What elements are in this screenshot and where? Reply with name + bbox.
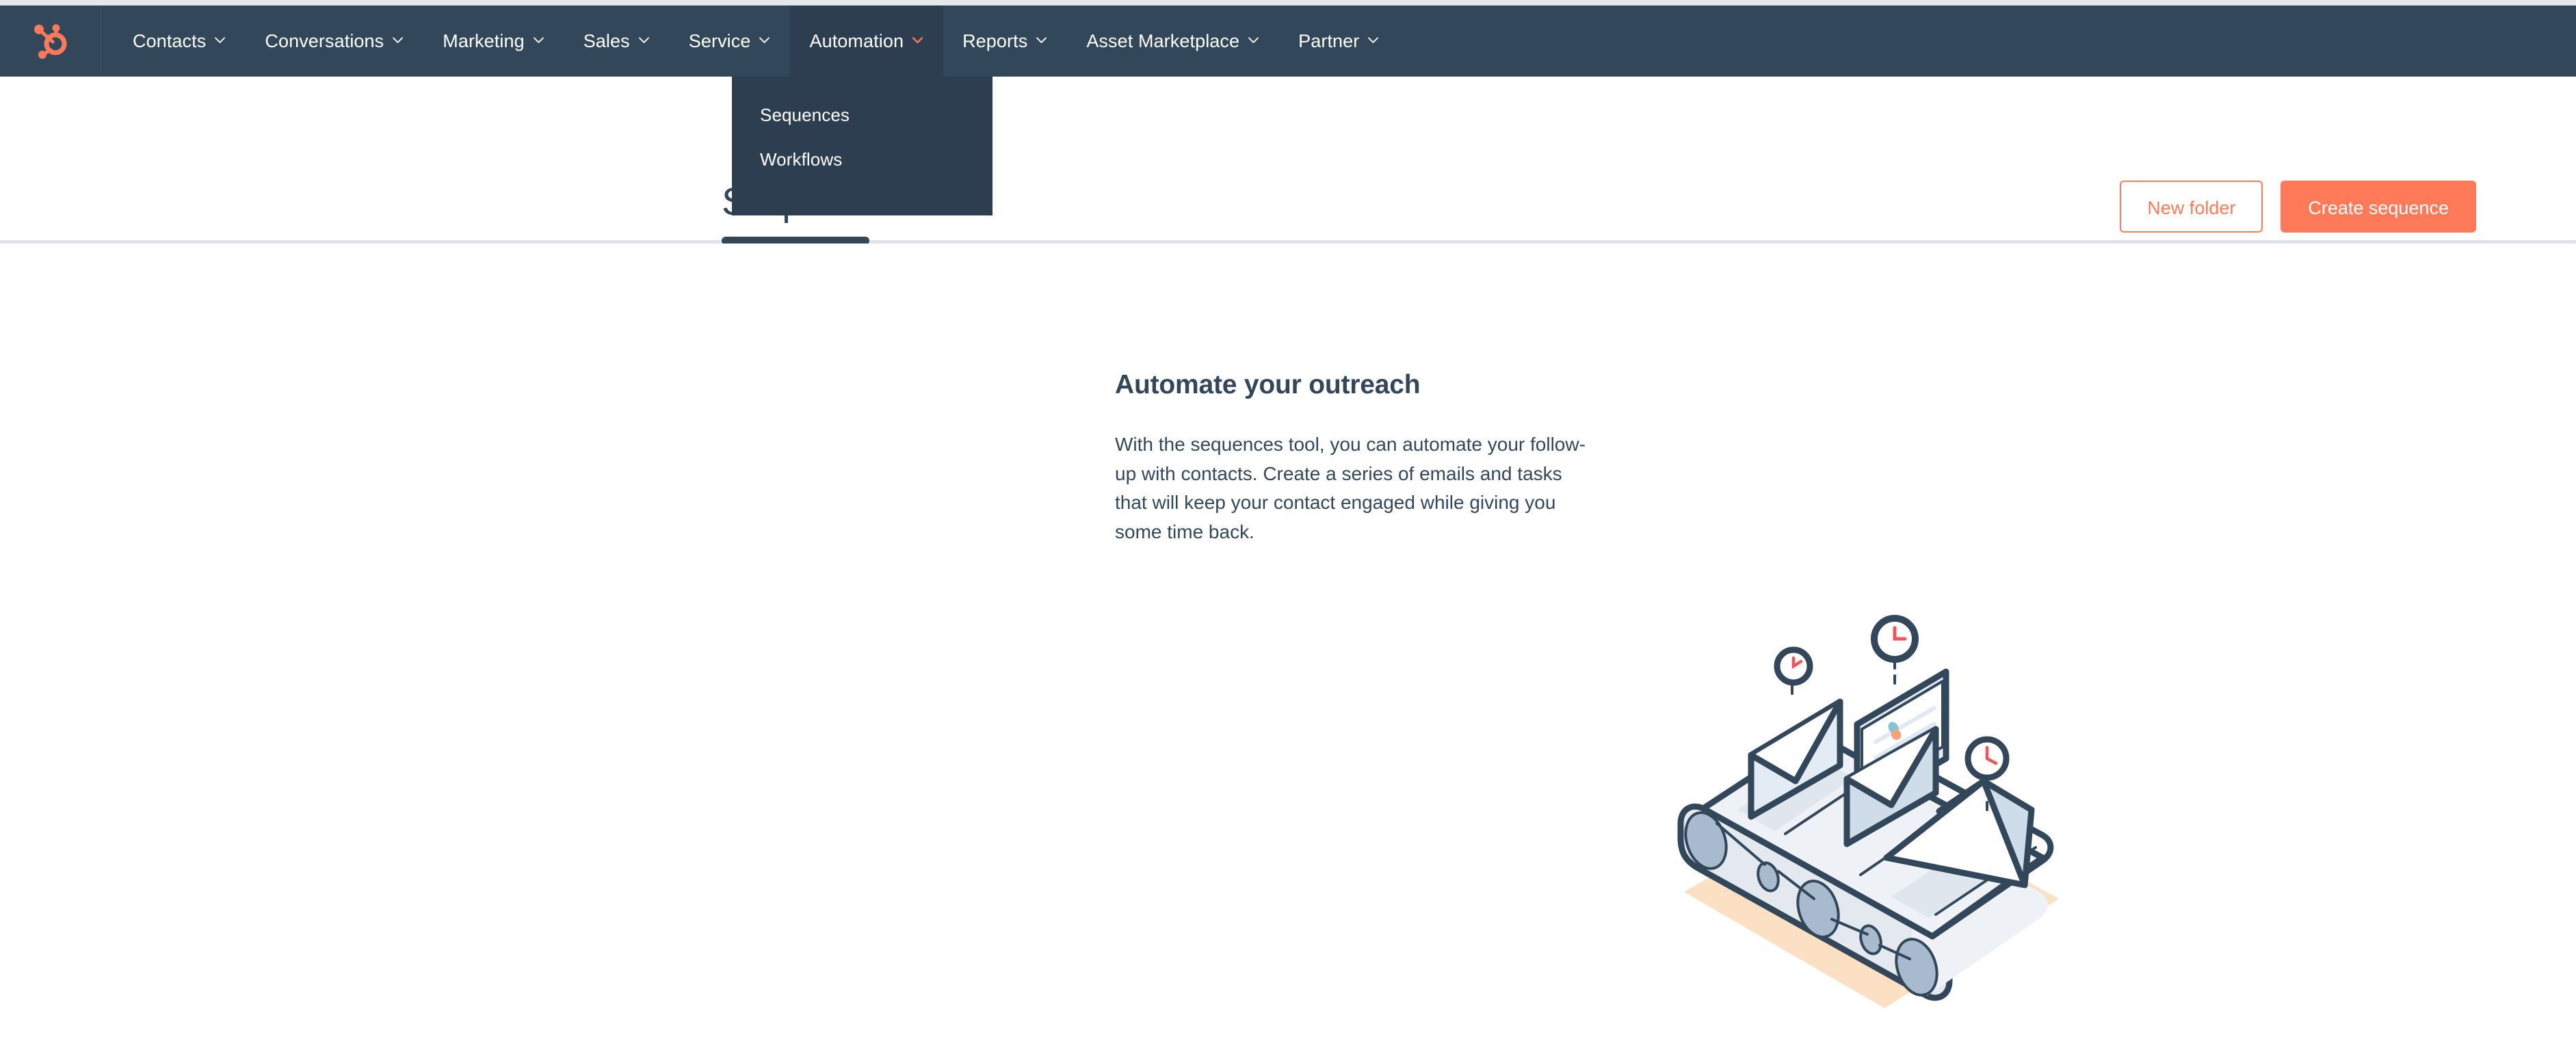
global-navigation-bar: Contacts Conversations Marketing Sales S <box>0 5 2576 77</box>
hubspot-sprocket-logo-icon <box>32 21 69 61</box>
nav-item-conversations[interactable]: Conversations <box>246 5 423 77</box>
nav-item-label: Marketing <box>443 30 525 51</box>
empty-state-panel: Automate your outreach With the sequence… <box>0 243 2576 1008</box>
empty-state-body: With the sequences tool, you can automat… <box>1115 434 1586 542</box>
chevron-down-icon <box>1367 34 1380 47</box>
nav-item-service[interactable]: Service <box>670 5 791 77</box>
nav-item-label: Sales <box>583 30 630 51</box>
clock-icon-left <box>1774 646 1813 695</box>
create-sequence-button[interactable]: Create sequence <box>2281 181 2476 233</box>
hubspot-home-link[interactable] <box>0 5 101 77</box>
top-strip <box>0 0 2576 5</box>
chevron-down-icon <box>391 34 404 47</box>
nav-item-label: Service <box>688 30 751 51</box>
nav-item-label: Automation <box>809 30 904 51</box>
nav-item-label: Partner <box>1298 30 1360 51</box>
chevron-down-icon <box>1247 34 1260 47</box>
nav-item-list: Contacts Conversations Marketing Sales S <box>114 5 1399 77</box>
chevron-down-icon <box>911 34 924 47</box>
header-actions: New folder Create sequence <box>2120 181 2476 233</box>
clock-icon-top <box>1871 615 1919 685</box>
page-header: Sequences Create a series of targeted, t… <box>0 77 2576 285</box>
empty-state-heading: Automate your outreach <box>1115 370 1421 399</box>
chevron-down-icon <box>638 34 650 47</box>
empty-state-text-block: Automate your outreach With the sequence… <box>1115 370 1594 546</box>
dropdown-item-workflows[interactable]: Workflows <box>732 137 993 182</box>
nav-item-asset-marketplace[interactable]: Asset Marketplace <box>1067 5 1279 77</box>
chevron-down-icon <box>213 34 226 47</box>
nav-item-label: Conversations <box>265 30 384 51</box>
new-folder-button[interactable]: New folder <box>2120 181 2263 233</box>
nav-item-sales[interactable]: Sales <box>564 5 670 77</box>
chevron-down-icon <box>758 34 771 47</box>
nav-item-label: Reports <box>962 30 1028 51</box>
nav-item-reports[interactable]: Reports <box>943 5 1067 77</box>
nav-item-label: Asset Marketplace <box>1086 30 1240 51</box>
automation-dropdown-menu: Sequences Workflows <box>732 77 993 215</box>
chevron-down-icon <box>1035 34 1048 47</box>
nav-item-marketing[interactable]: Marketing <box>423 5 564 77</box>
nav-item-automation[interactable]: Automation <box>790 5 944 77</box>
conveyor-belt-with-envelopes-and-clocks-icon: .ol{fill:none;stroke:#33475b;stroke-widt… <box>1648 598 2086 1041</box>
dropdown-item-sequences[interactable]: Sequences <box>732 93 993 137</box>
chevron-down-icon <box>532 34 545 47</box>
nav-item-contacts[interactable]: Contacts <box>114 5 246 77</box>
nav-item-label: Contacts <box>133 30 207 51</box>
nav-item-partner[interactable]: Partner <box>1279 5 1399 77</box>
